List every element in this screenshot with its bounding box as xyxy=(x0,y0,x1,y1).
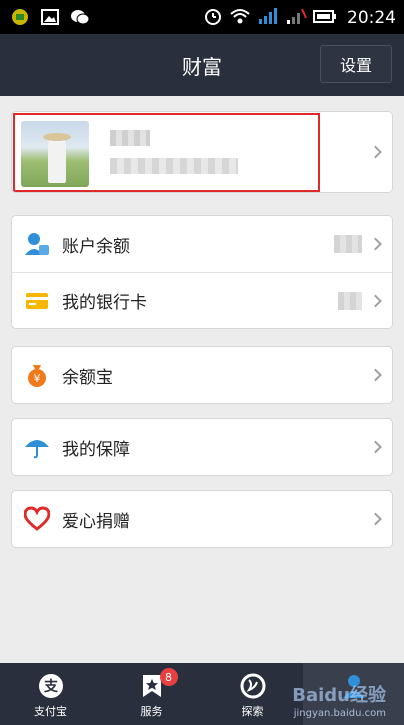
chevron-right-icon xyxy=(369,145,382,159)
tab-label: 服务 xyxy=(140,705,163,718)
svg-text:¥: ¥ xyxy=(34,372,41,385)
system-icons: 20:24 xyxy=(203,6,396,30)
chevron-right-icon xyxy=(369,440,382,454)
image-icon xyxy=(40,7,60,27)
profile-card[interactable] xyxy=(11,111,393,193)
menu-item-label: 余额宝 xyxy=(62,367,113,388)
chevron-right-icon xyxy=(369,237,382,251)
baidu-watermark-url: jingyan.baidu.com xyxy=(293,708,386,719)
alipay-icon: 支 xyxy=(37,672,65,700)
clock-time: 20:24 xyxy=(347,8,396,28)
donation-card: 爱心捐赠 xyxy=(11,490,393,548)
card-count-redacted xyxy=(338,291,362,310)
tab-label: 探索 xyxy=(241,705,264,718)
protection-card: 我的保障 xyxy=(11,418,393,476)
tab-explore[interactable]: 探索 xyxy=(202,663,303,725)
signal-icon xyxy=(257,6,279,30)
menu-item-account-balance[interactable]: 账户余额 xyxy=(12,216,392,272)
settings-button[interactable]: 设置 xyxy=(320,45,392,83)
alarm-icon xyxy=(203,6,223,30)
menu-item-yuebao[interactable]: ¥ 余额宝 xyxy=(12,347,392,403)
battery-icon xyxy=(313,6,337,30)
bottom-tab-bar: 支 支付宝 8 服务 探索 财富 Baidu经验 jingyan.baidu.c… xyxy=(0,663,404,725)
tab-alipay[interactable]: 支 支付宝 xyxy=(0,663,101,725)
menu-item-label: 爱心捐赠 xyxy=(62,511,130,532)
menu-item-donation[interactable]: 爱心捐赠 xyxy=(12,491,392,547)
heart-icon xyxy=(24,506,50,532)
yuebao-card: ¥ 余额宝 xyxy=(11,346,393,404)
money-bag-icon: ¥ xyxy=(24,362,50,388)
wifi-icon xyxy=(229,6,251,30)
notification-icons xyxy=(10,7,90,27)
menu-item-label: 我的银行卡 xyxy=(62,293,147,313)
signal-weak-icon xyxy=(285,6,307,30)
menu-item-label: 我的保障 xyxy=(62,439,130,460)
status-bar: 20:24 xyxy=(0,0,404,34)
balance-redacted xyxy=(334,235,362,253)
baidu-watermark: Baidu经验 xyxy=(292,685,386,706)
umbrella-icon xyxy=(24,434,50,460)
notification-badge: 8 xyxy=(159,668,178,686)
bank-card-icon xyxy=(24,288,50,314)
globe-icon xyxy=(239,672,267,700)
menu-item-bank-card[interactable]: 我的银行卡 xyxy=(12,272,392,328)
wechat-icon xyxy=(70,7,90,27)
app-notification-icon xyxy=(10,7,30,27)
account-card: 账户余额 我的银行卡 xyxy=(11,215,393,329)
svg-text:支: 支 xyxy=(43,678,59,695)
profile-account-redacted xyxy=(110,158,238,174)
tab-label: 支付宝 xyxy=(34,705,67,718)
account-balance-icon xyxy=(24,231,50,257)
menu-item-label: 账户余额 xyxy=(62,236,130,257)
profile-name-redacted xyxy=(110,130,150,146)
chevron-right-icon xyxy=(369,368,382,382)
avatar xyxy=(21,121,89,187)
menu-item-protection[interactable]: 我的保障 xyxy=(12,419,392,475)
tab-service[interactable]: 8 服务 xyxy=(101,663,202,725)
chevron-right-icon xyxy=(369,294,382,307)
title-bar: 财富 设置 xyxy=(0,34,404,96)
chevron-right-icon xyxy=(369,512,382,526)
